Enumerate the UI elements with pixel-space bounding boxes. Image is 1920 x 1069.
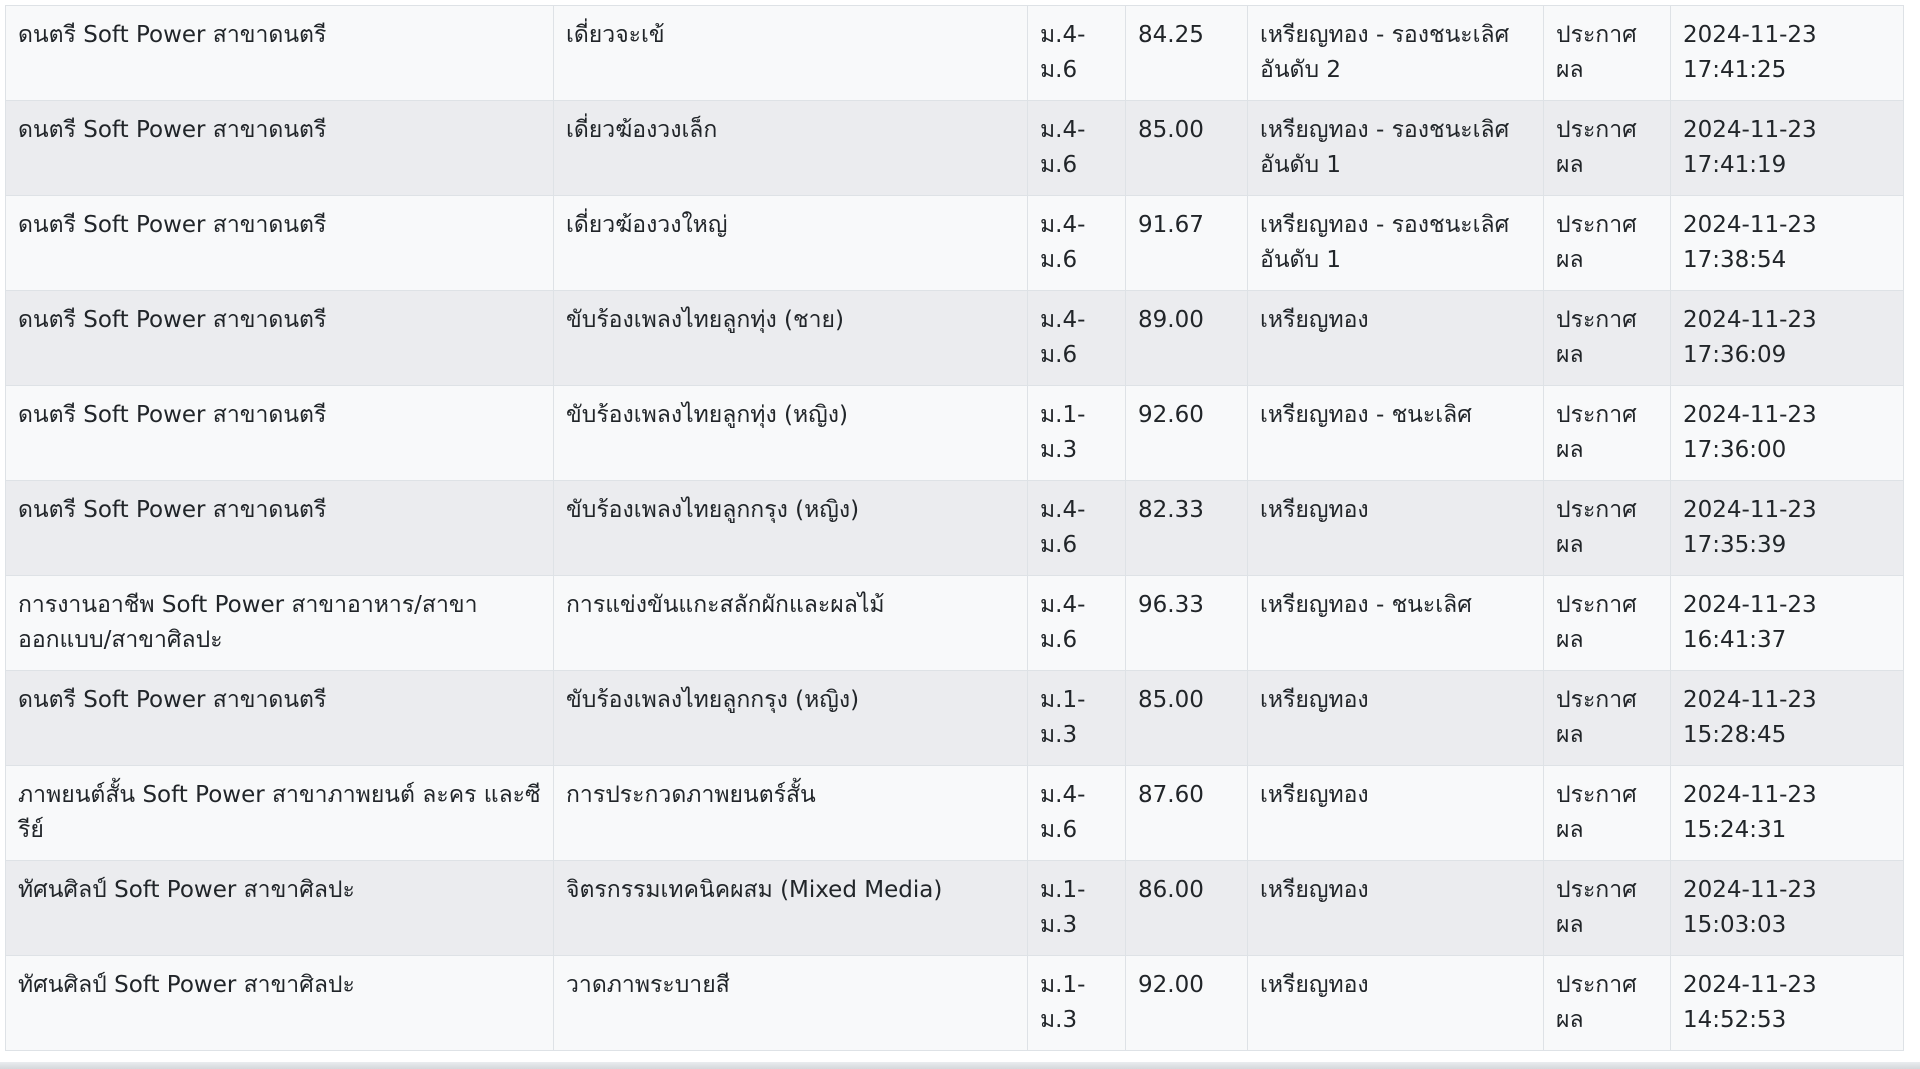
results-table: ดนตรี Soft Power สาขาดนตรี เดี่ยวจะเข้ ม.4… xyxy=(5,5,1904,1051)
timestamp-cell: 2024-11-23 15:28:45 xyxy=(1670,670,1904,766)
timestamp-cell: 2024-11-23 15:03:03 xyxy=(1670,860,1904,956)
category-cell: ทัศนศิลป์ Soft Power สาขาศิลปะ xyxy=(5,860,554,956)
timestamp-cell: 2024-11-23 17:41:19 xyxy=(1670,100,1904,196)
timestamp-cell: 2024-11-23 17:41:25 xyxy=(1670,5,1904,101)
category-cell: ดนตรี Soft Power สาขาดนตรี xyxy=(5,195,554,291)
score-cell: 91.67 xyxy=(1125,195,1248,291)
award-cell: เหรียญทอง xyxy=(1247,670,1544,766)
score-cell: 96.33 xyxy=(1125,575,1248,671)
score-cell: 84.25 xyxy=(1125,5,1248,101)
timestamp-cell: 2024-11-23 17:38:54 xyxy=(1670,195,1904,291)
event-cell: ขับร้องเพลงไทยลูกทุ่ง (หญิง) xyxy=(553,385,1028,481)
category-cell: ภาพยนต์สั้น Soft Power สาขาภาพยนต์ ละคร … xyxy=(5,765,554,861)
score-cell: 89.00 xyxy=(1125,290,1248,386)
event-cell: วาดภาพระบายสี xyxy=(553,955,1028,1051)
category-cell: ดนตรี Soft Power สาขาดนตรี xyxy=(5,670,554,766)
score-cell: 85.00 xyxy=(1125,670,1248,766)
level-cell: ม.4-ม.6 xyxy=(1027,100,1126,196)
award-cell: เหรียญทอง - ชนะเลิศ xyxy=(1247,575,1544,671)
table-row: ดนตรี Soft Power สาขาดนตรี เดี่ยวฆ้องวงให… xyxy=(5,195,1904,291)
event-cell: จิตรกรรมเทคนิคผสม (Mixed Media) xyxy=(553,860,1028,956)
award-cell: เหรียญทอง - รองชนะเลิศอันดับ 1 xyxy=(1247,195,1544,291)
status-cell: ประกาศผล xyxy=(1543,100,1671,196)
event-cell: เดี่ยวจะเข้ xyxy=(553,5,1028,101)
timestamp-cell: 2024-11-23 17:36:09 xyxy=(1670,290,1904,386)
level-cell: ม.4-ม.6 xyxy=(1027,765,1126,861)
award-cell: เหรียญทอง xyxy=(1247,290,1544,386)
table-row: ทัศนศิลป์ Soft Power สาขาศิลปะ วาดภาพระบา… xyxy=(5,955,1904,1051)
table-row: ภาพยนต์สั้น Soft Power สาขาภาพยนต์ ละคร … xyxy=(5,765,1904,861)
table-row: ดนตรี Soft Power สาขาดนตรี ขับร้องเพลงไทย… xyxy=(5,670,1904,766)
award-cell: เหรียญทอง xyxy=(1247,480,1544,576)
score-cell: 82.33 xyxy=(1125,480,1248,576)
level-cell: ม.1-ม.3 xyxy=(1027,385,1126,481)
category-cell: การงานอาชีพ Soft Power สาขาอาหาร/สาขาออก… xyxy=(5,575,554,671)
results-table-body: ดนตรี Soft Power สาขาดนตรี เดี่ยวจะเข้ ม.4… xyxy=(5,5,1904,1051)
timestamp-cell: 2024-11-23 14:52:53 xyxy=(1670,955,1904,1051)
level-cell: ม.1-ม.3 xyxy=(1027,955,1126,1051)
table-row: ดนตรี Soft Power สาขาดนตรี ขับร้องเพลงไทย… xyxy=(5,385,1904,481)
status-cell: ประกาศผล xyxy=(1543,955,1671,1051)
award-cell: เหรียญทอง - รองชนะเลิศอันดับ 1 xyxy=(1247,100,1544,196)
table-row: ดนตรี Soft Power สาขาดนตรี เดี่ยวจะเข้ ม.4… xyxy=(5,5,1904,101)
timestamp-cell: 2024-11-23 17:35:39 xyxy=(1670,480,1904,576)
status-cell: ประกาศผล xyxy=(1543,195,1671,291)
level-cell: ม.4-ม.6 xyxy=(1027,5,1126,101)
award-cell: เหรียญทอง - ชนะเลิศ xyxy=(1247,385,1544,481)
score-cell: 87.60 xyxy=(1125,765,1248,861)
status-cell: ประกาศผล xyxy=(1543,765,1671,861)
status-cell: ประกาศผล xyxy=(1543,5,1671,101)
table-scroll-shadow xyxy=(0,1062,1920,1069)
level-cell: ม.1-ม.3 xyxy=(1027,670,1126,766)
event-cell: เดี่ยวฆ้องวงเล็ก xyxy=(553,100,1028,196)
table-row: ทัศนศิลป์ Soft Power สาขาศิลปะ จิตรกรรมเท… xyxy=(5,860,1904,956)
event-cell: ขับร้องเพลงไทยลูกทุ่ง (ชาย) xyxy=(553,290,1028,386)
score-cell: 92.00 xyxy=(1125,955,1248,1051)
event-cell: เดี่ยวฆ้องวงใหญ่ xyxy=(553,195,1028,291)
table-row: ดนตรี Soft Power สาขาดนตรี เดี่ยวฆ้องวงเล… xyxy=(5,100,1904,196)
category-cell: ทัศนศิลป์ Soft Power สาขาศิลปะ xyxy=(5,955,554,1051)
event-cell: การแข่งขันแกะสลักผักและผลไม้ xyxy=(553,575,1028,671)
status-cell: ประกาศผล xyxy=(1543,575,1671,671)
status-cell: ประกาศผล xyxy=(1543,385,1671,481)
award-cell: เหรียญทอง xyxy=(1247,765,1544,861)
category-cell: ดนตรี Soft Power สาขาดนตรี xyxy=(5,290,554,386)
category-cell: ดนตรี Soft Power สาขาดนตรี xyxy=(5,385,554,481)
status-cell: ประกาศผล xyxy=(1543,670,1671,766)
results-table-container: ดนตรี Soft Power สาขาดนตรี เดี่ยวจะเข้ ม.4… xyxy=(5,5,1904,1051)
level-cell: ม.4-ม.6 xyxy=(1027,290,1126,386)
category-cell: ดนตรี Soft Power สาขาดนตรี xyxy=(5,5,554,101)
timestamp-cell: 2024-11-23 15:24:31 xyxy=(1670,765,1904,861)
level-cell: ม.4-ม.6 xyxy=(1027,195,1126,291)
table-row: ดนตรี Soft Power สาขาดนตรี ขับร้องเพลงไทย… xyxy=(5,290,1904,386)
timestamp-cell: 2024-11-23 16:41:37 xyxy=(1670,575,1904,671)
level-cell: ม.4-ม.6 xyxy=(1027,575,1126,671)
score-cell: 85.00 xyxy=(1125,100,1248,196)
award-cell: เหรียญทอง xyxy=(1247,955,1544,1051)
level-cell: ม.1-ม.3 xyxy=(1027,860,1126,956)
event-cell: การประกวดภาพยนตร์สั้น xyxy=(553,765,1028,861)
level-cell: ม.4-ม.6 xyxy=(1027,480,1126,576)
table-row: ดนตรี Soft Power สาขาดนตรี ขับร้องเพลงไทย… xyxy=(5,480,1904,576)
timestamp-cell: 2024-11-23 17:36:00 xyxy=(1670,385,1904,481)
page-right-edge xyxy=(1906,0,1920,1069)
status-cell: ประกาศผล xyxy=(1543,480,1671,576)
status-cell: ประกาศผล xyxy=(1543,860,1671,956)
award-cell: เหรียญทอง - รองชนะเลิศอันดับ 2 xyxy=(1247,5,1544,101)
award-cell: เหรียญทอง xyxy=(1247,860,1544,956)
event-cell: ขับร้องเพลงไทยลูกกรุง (หญิง) xyxy=(553,670,1028,766)
event-cell: ขับร้องเพลงไทยลูกกรุง (หญิง) xyxy=(553,480,1028,576)
score-cell: 86.00 xyxy=(1125,860,1248,956)
table-row: การงานอาชีพ Soft Power สาขาอาหาร/สาขาออก… xyxy=(5,575,1904,671)
status-cell: ประกาศผล xyxy=(1543,290,1671,386)
category-cell: ดนตรี Soft Power สาขาดนตรี xyxy=(5,480,554,576)
score-cell: 92.60 xyxy=(1125,385,1248,481)
category-cell: ดนตรี Soft Power สาขาดนตรี xyxy=(5,100,554,196)
